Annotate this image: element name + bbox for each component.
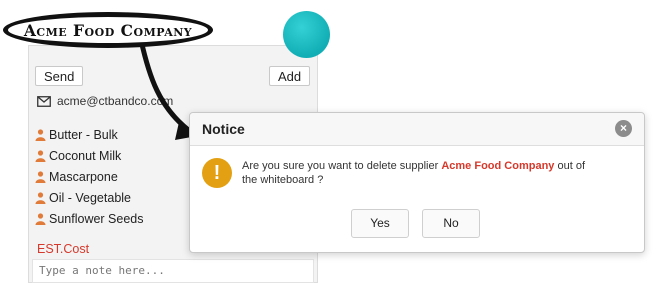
person-icon (35, 170, 46, 183)
list-item[interactable]: Mascarpone (35, 166, 144, 187)
person-icon (35, 212, 46, 225)
list-item[interactable]: Sunflower Seeds (35, 208, 144, 229)
dialog-message: Are you sure you want to delete supplier… (242, 160, 585, 186)
yes-button[interactable]: Yes (351, 209, 409, 238)
est-cost-label: EST.Cost (37, 242, 90, 256)
supplier-name: Acme Food Company (441, 160, 555, 172)
list-item[interactable]: Oil - Vegetable (35, 187, 144, 208)
notice-dialog: Notice × ! Are you sure you want to dele… (189, 112, 645, 253)
list-item[interactable]: Butter - Bulk (35, 124, 144, 145)
person-icon (35, 128, 46, 141)
dialog-title: Notice (202, 121, 245, 137)
item-list: Butter - Bulk Coconut Milk Mascarpone Oi… (35, 124, 144, 229)
supplier-name-label: Acme Food Company (3, 12, 213, 48)
list-item[interactable]: Coconut Milk (35, 145, 144, 166)
exclamation-icon: ! (202, 158, 232, 188)
envelope-icon (37, 95, 51, 107)
add-button[interactable]: Add (269, 66, 311, 86)
person-icon (35, 191, 46, 204)
teal-circle (283, 11, 330, 58)
close-icon[interactable]: × (615, 120, 632, 137)
note-input[interactable]: Type a note here... (32, 259, 314, 283)
dialog-header: Notice × (190, 113, 644, 146)
person-icon (35, 149, 46, 162)
send-button[interactable]: Send (35, 66, 84, 86)
no-button[interactable]: No (422, 209, 480, 238)
